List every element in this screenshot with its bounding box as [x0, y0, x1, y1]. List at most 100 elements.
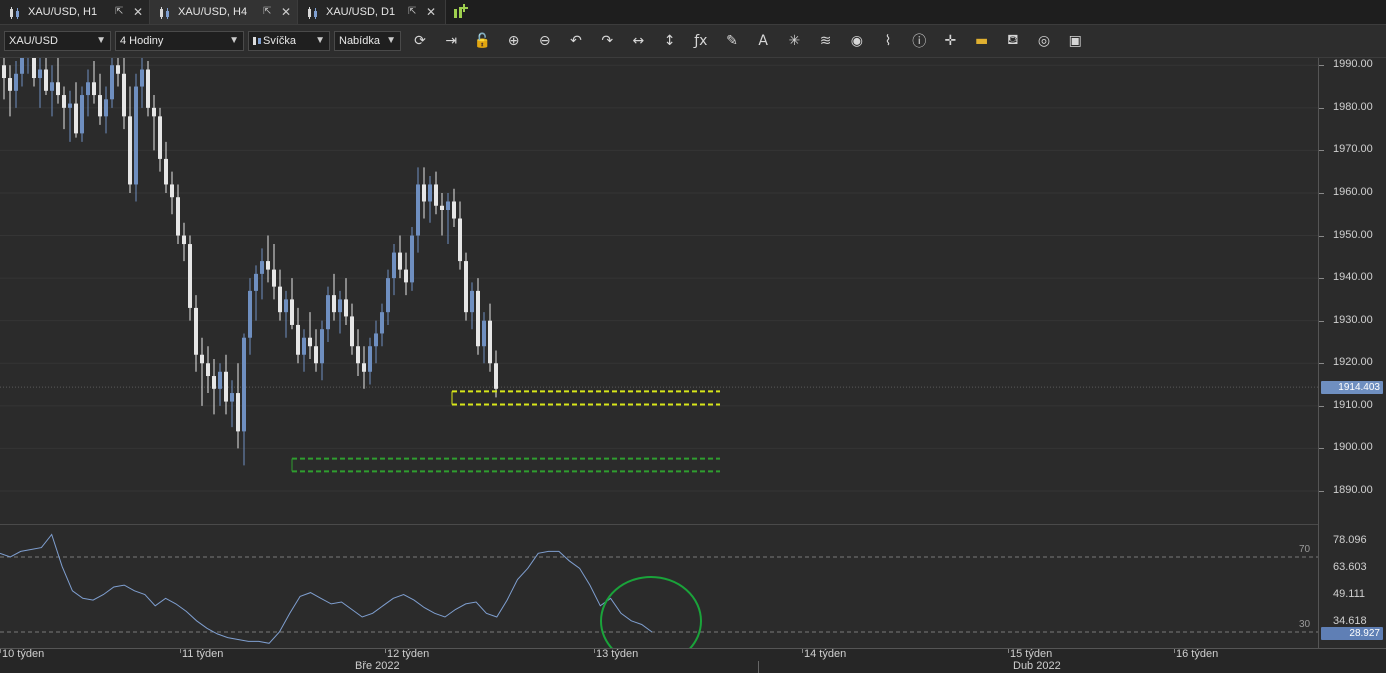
zoom-in-icon[interactable]: ⊕	[502, 29, 526, 53]
tick-mark	[1319, 107, 1324, 109]
layers-icon[interactable]: ≋	[814, 29, 838, 53]
price-chart[interactable]	[0, 31, 1318, 523]
tab-bar: XAU/USD, H1 ⇱ ✕ XAU/USD, H4 ⇱ ✕ XAU/USD,…	[0, 0, 1386, 25]
candle	[200, 337, 204, 406]
candle	[290, 278, 294, 330]
indicators-icon[interactable]: ƒx	[689, 29, 713, 53]
chevron-down-icon: ▼	[96, 35, 106, 46]
candle	[296, 307, 300, 364]
lock-icon[interactable]: 🔓	[470, 29, 494, 53]
candle	[260, 248, 264, 300]
price-axis[interactable]: 1990.00 1980.00 1970.00 1960.00 1950.00 1940.…	[1318, 58, 1386, 648]
candle	[374, 320, 378, 364]
candle	[392, 244, 396, 296]
candle	[452, 188, 456, 228]
chevron-down-icon: ▼	[229, 35, 239, 46]
zoom-out-icon[interactable]: ⊖	[533, 29, 557, 53]
timeframe-select[interactable]: 4 Hodiny ▼	[115, 31, 244, 51]
price-chart-pane[interactable]	[0, 31, 1318, 523]
candle	[236, 363, 240, 449]
popout-icon[interactable]: ⇱	[115, 0, 123, 24]
week-label: 13 týden	[596, 648, 639, 660]
price-tick-label: 1910.00	[1333, 398, 1373, 411]
symbol-value: XAU/USD	[9, 35, 58, 47]
rsi-tick-label: 34.618	[1333, 615, 1367, 628]
candle	[26, 31, 30, 74]
tab-xauusd-d1[interactable]: XAU/USD, D1 ⇱ ✕	[298, 0, 446, 24]
candle	[74, 82, 78, 138]
crosshair-icon[interactable]: ✳	[782, 29, 806, 53]
tick-mark	[1319, 490, 1324, 492]
chart-type-select[interactable]: Svíčka ▼	[248, 31, 330, 51]
tab-xauusd-h1[interactable]: XAU/USD, H1 ⇱ ✕	[0, 0, 150, 24]
tick-mark	[385, 649, 386, 653]
candle	[398, 235, 402, 279]
candle	[422, 167, 426, 219]
tick-mark	[0, 649, 1, 653]
candle	[338, 290, 342, 334]
tab-xauusd-h4[interactable]: XAU/USD, H4 ⇱ ✕	[150, 0, 298, 24]
paint-bucket-icon[interactable]: ⛾	[1001, 29, 1025, 53]
highlight-circle[interactable]	[600, 576, 702, 666]
add-chart-icon[interactable]	[452, 3, 470, 21]
symbol-select[interactable]: XAU/USD ▼	[4, 31, 111, 51]
overlay-icon[interactable]: ⌇	[876, 29, 900, 53]
candle	[428, 175, 432, 223]
rsi-chart[interactable]	[0, 525, 1318, 666]
rsi-pane[interactable]: 70 30	[0, 524, 1318, 666]
price-tick-label: 1980.00	[1333, 100, 1373, 113]
candle	[164, 141, 168, 193]
rsi-level-lower: 30	[1299, 619, 1311, 630]
price-tick-label: 1940.00	[1333, 271, 1373, 284]
price-tick-label: 1990.00	[1333, 58, 1373, 71]
close-icon[interactable]: ✕	[281, 0, 291, 24]
candle	[476, 278, 480, 355]
week-label: 11 týden	[182, 648, 224, 660]
tick-mark	[1008, 649, 1009, 653]
refresh-icon[interactable]: ⟳	[408, 29, 432, 53]
candle	[404, 252, 408, 296]
candle	[86, 69, 90, 117]
popout-icon[interactable]: ⇱	[263, 0, 271, 24]
template-icon[interactable]: ◎	[1032, 29, 1056, 53]
tick-mark	[1319, 320, 1324, 322]
week-label: 14 týden	[804, 648, 847, 660]
candle	[332, 273, 336, 321]
text-icon[interactable]: A	[751, 29, 775, 53]
price-tick-label: 1900.00	[1333, 441, 1373, 454]
time-axis[interactable]: 10 týden 11 týden 12 týden 13 týden 14 týden…	[0, 648, 1386, 673]
candle	[482, 312, 486, 364]
week-label: 16 týden	[1176, 648, 1219, 660]
candle	[134, 73, 138, 202]
chart-toolbar: XAU/USD ▼ 4 Hodiny ▼ Svíčka ▼ Nabídka ▼ ⟳ ⇥ 🔓 ⊕…	[0, 25, 1386, 58]
eye-icon[interactable]: ◉	[845, 29, 869, 53]
candle	[284, 290, 288, 338]
candle	[44, 48, 48, 96]
week-label: 15 týden	[1010, 648, 1053, 660]
candle	[152, 95, 156, 151]
chevron-down-icon: ▼	[386, 35, 396, 46]
popout-icon[interactable]: ⇱	[408, 0, 416, 24]
draw-icon[interactable]: ✎	[720, 29, 744, 53]
cursor-icon[interactable]: ✛	[938, 29, 962, 53]
redo-icon[interactable]: ↷	[595, 29, 619, 53]
autoscroll-icon[interactable]: ⇥	[439, 29, 463, 53]
candle	[230, 380, 234, 428]
candle	[62, 86, 66, 130]
rsi-level-upper: 70	[1299, 544, 1311, 555]
undo-icon[interactable]: ↶	[564, 29, 588, 53]
price-type-select[interactable]: Nabídka ▼	[334, 31, 401, 51]
rsi-value-badge: 28.927	[1321, 627, 1383, 640]
save-icon[interactable]: ▣	[1063, 29, 1087, 53]
tick-mark	[594, 649, 595, 653]
info-icon[interactable]: ⓘ	[907, 29, 931, 53]
candle	[110, 48, 114, 108]
close-icon[interactable]: ✕	[426, 0, 436, 24]
close-icon[interactable]: ✕	[133, 0, 143, 24]
candle	[158, 107, 162, 172]
horizontal-fit-icon[interactable]: ↔	[626, 29, 650, 53]
candle	[8, 65, 12, 117]
vertical-fit-icon[interactable]: ↕	[658, 29, 682, 53]
color-palette-icon[interactable]: ▬	[970, 29, 994, 53]
candle	[314, 329, 318, 372]
